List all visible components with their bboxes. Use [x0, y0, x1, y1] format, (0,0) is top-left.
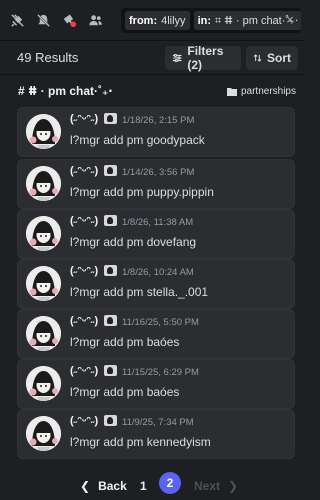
search-result-message[interactable]: (˶ᵔᵕᵔ˶) 11/16/25, 5:50 PM l?mgr add pm baó… [17, 309, 295, 359]
filter-chip-from-value: 4lilyy [161, 14, 186, 27]
members-icon[interactable] [87, 12, 104, 29]
pagination: ❮ Back 1 2 Next ❯ [0, 470, 304, 500]
results-count: 49 Results [17, 50, 79, 65]
avatar[interactable] [26, 166, 61, 201]
page-2-button[interactable]: 2 [159, 472, 181, 494]
search-result-message[interactable]: (˶ᵔᵕᵔ˶) 1/8/26, 10:24 AM l?mgr add pm stel… [17, 259, 295, 309]
message-text: l?mgr add pm puppy.pippin [70, 185, 214, 199]
timestamp: 11/9/25, 7:34 PM [122, 417, 194, 428]
pin-slash-icon[interactable] [9, 12, 26, 29]
notification-icon[interactable] [61, 12, 78, 29]
timestamp: 1/18/26, 2:15 PM [122, 115, 195, 126]
username[interactable]: (˶ᵔᵕᵔ˶) [70, 415, 98, 427]
timestamp: 1/8/26, 10:24 AM [122, 267, 194, 278]
category-name: partnerships [240, 86, 296, 97]
filters-icon [172, 53, 182, 63]
search-result-message[interactable]: (˶ᵔᵕᵔ˶) 1/18/26, 2:15 PM l?mgr add pm good… [17, 107, 295, 157]
message-text: l?mgr add pm baóes [70, 385, 180, 399]
role-icon [104, 315, 117, 326]
next-button[interactable]: Next ❯ [194, 479, 238, 493]
sort-icon [253, 54, 262, 62]
avatar[interactable] [26, 114, 61, 149]
message-text: l?mgr add pm stella._.001 [70, 285, 209, 299]
search-input[interactable]: from: 4lilyy in: ⌗ ⵌ · pm chat·˚₊‧ × [121, 8, 301, 33]
role-icon [104, 415, 117, 426]
channel-group-header[interactable]: # ⵌ · pm chat·˚₊‧ partnerships [0, 82, 304, 102]
search-results-list[interactable]: # ⵌ · pm chat·˚₊‧ partnerships (˶ᵔᵕᵔ˶) 1/… [0, 76, 304, 470]
filter-chip-from[interactable]: from: 4lilyy [125, 11, 190, 30]
message-text: l?mgr add pm kennedyism [70, 435, 211, 449]
role-icon [104, 215, 117, 226]
message-text: l?mgr add pm goodypack [70, 133, 205, 147]
username[interactable]: (˶ᵔᵕᵔ˶) [70, 265, 98, 277]
back-button[interactable]: ❮ Back [80, 479, 127, 493]
results-header: 49 Results Filters (2) Sort [0, 41, 304, 75]
page-1-button[interactable]: 1 [140, 479, 147, 493]
timestamp: 11/16/25, 5:50 PM [122, 317, 199, 328]
role-icon [104, 165, 117, 176]
search-result-message[interactable]: (˶ᵔᵕᵔ˶) 1/8/26, 11:38 AM l?mgr add pm dove… [17, 209, 295, 259]
role-icon [104, 113, 117, 124]
mute-slash-icon[interactable] [35, 12, 52, 29]
username[interactable]: (˶ᵔᵕᵔ˶) [70, 113, 98, 125]
timestamp: 1/14/26, 3:56 PM [122, 167, 195, 178]
avatar[interactable] [26, 316, 61, 351]
role-icon [104, 265, 117, 276]
role-icon [104, 365, 117, 376]
avatar[interactable] [26, 266, 61, 301]
folder-icon [226, 88, 237, 96]
category-label: partnerships [226, 86, 296, 97]
filters-button[interactable]: Filters (2) [165, 44, 241, 72]
filter-chip-in-key: in: [197, 14, 212, 27]
channel-name: # ⵌ · pm chat·˚₊‧ [18, 84, 113, 98]
username[interactable]: (˶ᵔᵕᵔ˶) [70, 315, 98, 327]
sort-label: Sort [267, 51, 291, 65]
filter-chip-from-key: from: [129, 14, 158, 27]
next-label: Next [194, 479, 221, 493]
username[interactable]: (˶ᵔᵕᵔ˶) [70, 365, 98, 377]
search-result-message[interactable]: (˶ᵔᵕᵔ˶) 1/14/26, 3:56 PM l?mgr add pm pupp… [17, 159, 295, 209]
username[interactable]: (˶ᵔᵕᵔ˶) [70, 165, 98, 177]
top-toolbar: from: 4lilyy in: ⌗ ⵌ · pm chat·˚₊‧ × [0, 0, 304, 41]
avatar[interactable] [26, 216, 61, 251]
message-text: l?mgr add pm baóes [70, 335, 180, 349]
chevron-left-icon: ❮ [80, 479, 91, 493]
avatar[interactable] [26, 366, 61, 401]
timestamp: 1/8/26, 11:38 AM [122, 217, 194, 228]
search-result-message[interactable]: (˶ᵔᵕᵔ˶) 11/15/25, 6:29 PM l?mgr add pm baó… [17, 359, 295, 409]
back-label: Back [98, 479, 127, 493]
chevron-right-icon: ❯ [228, 479, 239, 493]
message-text: l?mgr add pm dovefang [70, 235, 197, 249]
search-result-message[interactable]: (˶ᵔᵕᵔ˶) 11/9/25, 7:34 PM l?mgr add pm kenn… [17, 409, 295, 459]
clear-search-icon[interactable]: × [283, 13, 297, 27]
username[interactable]: (˶ᵔᵕᵔ˶) [70, 215, 98, 227]
filters-label: Filters (2) [187, 44, 224, 72]
avatar[interactable] [26, 416, 61, 451]
sort-button[interactable]: Sort [246, 46, 298, 70]
timestamp: 11/15/25, 6:29 PM [122, 367, 199, 378]
